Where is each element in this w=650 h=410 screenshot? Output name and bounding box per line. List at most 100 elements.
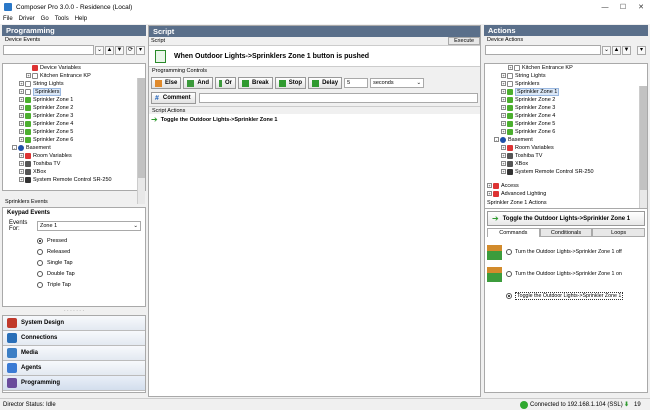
arrow-down-icon[interactable]: ▼ [622,45,631,55]
nav-item-connections[interactable]: Connections [3,331,145,346]
expand-icon[interactable]: + [501,97,506,103]
expand-icon[interactable]: - [12,145,17,151]
expand-icon[interactable]: + [19,161,24,167]
delay-unit-select[interactable]: seconds ⌄ [370,78,425,88]
expand-icon[interactable]: + [508,65,513,71]
radio-button[interactable] [37,237,43,244]
tree-node[interactable]: + Sprinkler Zone 3 [3,112,145,120]
script-action-row[interactable]: ➔ Toggle the Outdoor Lights->Sprinkler Z… [149,114,480,125]
arrow-up-icon[interactable]: ▲ [612,45,621,55]
chevron-down-icon[interactable]: ⌄ [602,45,611,55]
refresh-icon[interactable]: ⟳ [126,45,135,55]
menu-file[interactable]: File [3,16,13,22]
tree-node[interactable]: + Sprinklers [485,80,647,88]
close-button[interactable]: ✕ [632,3,650,11]
expand-icon[interactable]: + [501,113,506,119]
menu-help[interactable]: Help [75,16,87,22]
tree-node[interactable]: - Basement [3,144,145,152]
tree-node[interactable]: + Sprinkler Zone 2 [3,104,145,112]
filter-icon[interactable]: ▾ [637,45,646,55]
tab-commands[interactable]: Commands [487,228,540,237]
tree-node[interactable]: + Kitchen Entrance KP [3,72,145,80]
command-option[interactable]: Turn the Outdoor Lights->Sprinkler Zone … [487,241,645,263]
events-for-select[interactable]: Zone 1 ⌄ [37,221,141,231]
expand-icon[interactable]: + [19,169,24,175]
tree-node[interactable]: + Toshiba TV [485,152,647,160]
tree-node[interactable]: + String Lights [485,72,647,80]
minimize-button[interactable]: — [596,4,614,11]
expand-icon[interactable]: + [19,129,24,135]
expand-icon[interactable]: + [487,191,492,197]
event-radio-option[interactable]: Double Tap [37,268,145,279]
expand-icon[interactable]: + [501,105,506,111]
comment-input[interactable] [199,93,478,103]
event-radio-option[interactable]: Released [37,246,145,257]
execute-button[interactable]: Execute [448,37,480,45]
tree-node[interactable]: + Room Variables [485,144,647,152]
expand-icon[interactable]: + [19,177,24,183]
tree-node[interactable]: + Sprinkler Zone 6 [485,128,647,136]
command-option[interactable]: Toggle the Outdoor Lights->Sprinkler Zon… [487,285,645,307]
event-radio-option[interactable]: Pressed [37,235,145,246]
expand-icon[interactable]: + [501,121,506,127]
device-actions-tree[interactable]: + Kitchen Entrance KP + String Lights + Sprin… [484,63,648,219]
expand-icon[interactable]: + [501,81,506,87]
tree-node[interactable]: + XBox [3,168,145,176]
radio-button[interactable] [37,281,43,288]
menu-tools[interactable]: Tools [55,16,69,22]
tree-node[interactable]: + System Remote Control SR-250 [485,168,647,176]
tree-node[interactable]: Device Variables [3,64,145,72]
nav-item-media[interactable]: Media [3,346,145,361]
radio-button[interactable] [37,259,43,266]
filter-icon[interactable]: ▾ [136,45,145,55]
expand-icon[interactable]: + [487,183,492,189]
tree-node[interactable]: + Sprinkler Zone 5 [3,128,145,136]
comment-button[interactable]: # Comment [151,92,196,104]
actions-tree-scrollbar[interactable] [639,64,647,240]
menu-go[interactable]: Go [41,16,49,22]
arrow-up-icon[interactable]: ▲ [105,45,114,55]
action-search-combo[interactable] [485,45,601,55]
tree-node[interactable]: + String Lights [3,80,145,88]
tree-node[interactable]: + Sprinkler Zone 1 [485,88,647,96]
or-button[interactable]: Or [215,77,237,89]
tree-node[interactable]: + Room Variables [3,152,145,160]
device-events-tree[interactable]: Device Variables + Kitchen Entrance KP + Str… [2,63,146,191]
tree-node[interactable]: + XBox [485,160,647,168]
break-button[interactable]: Break [238,77,273,89]
tree-node[interactable]: + Toshiba TV [3,160,145,168]
tree-node[interactable]: + Sprinkler Zone 4 [3,120,145,128]
nav-item-agents[interactable]: Agents [3,361,145,376]
maximize-button[interactable]: ☐ [614,3,632,11]
expand-icon[interactable]: + [501,161,506,167]
tree-node[interactable]: + Sprinkler Zone 3 [485,104,647,112]
arrow-down-icon[interactable]: ▼ [115,45,124,55]
expand-icon[interactable]: + [19,137,24,143]
radio-button[interactable] [37,248,43,255]
delay-value-input[interactable]: 5 [344,78,369,88]
delay-button[interactable]: Delay [308,77,343,89]
tree-node[interactable]: + Sprinkler Zone 2 [485,96,647,104]
device-search-combo[interactable] [3,45,94,55]
expand-icon[interactable]: + [19,121,24,127]
expand-icon[interactable]: + [19,97,24,103]
radio-button[interactable] [506,293,512,299]
splitter-grip[interactable]: · · · · · · · [2,309,146,314]
tree-node[interactable]: + Access [485,182,647,190]
menu-driver[interactable]: Driver [19,16,35,22]
tree-node[interactable]: + Sprinkler Zone 1 [3,96,145,104]
expand-icon[interactable]: + [501,129,506,135]
expand-icon[interactable]: + [501,145,506,151]
tree-node[interactable]: - Basement [485,136,647,144]
command-option[interactable]: Turn the Outdoor Lights->Sprinkler Zone … [487,263,645,285]
expand-icon[interactable]: + [19,81,24,87]
tab-conditionals[interactable]: Conditionals [539,228,593,237]
expand-icon[interactable]: + [19,113,24,119]
expand-icon[interactable]: + [501,169,506,175]
tree-node[interactable]: + Sprinklers [3,88,145,96]
tab-loops[interactable]: Loops [592,228,646,237]
tree-node[interactable]: + Kitchen Entrance KP [485,64,647,72]
tree-node[interactable]: + Sprinkler Zone 4 [485,112,647,120]
tree-node[interactable]: + Sprinkler Zone 6 [3,136,145,144]
expand-icon[interactable]: + [19,105,24,111]
